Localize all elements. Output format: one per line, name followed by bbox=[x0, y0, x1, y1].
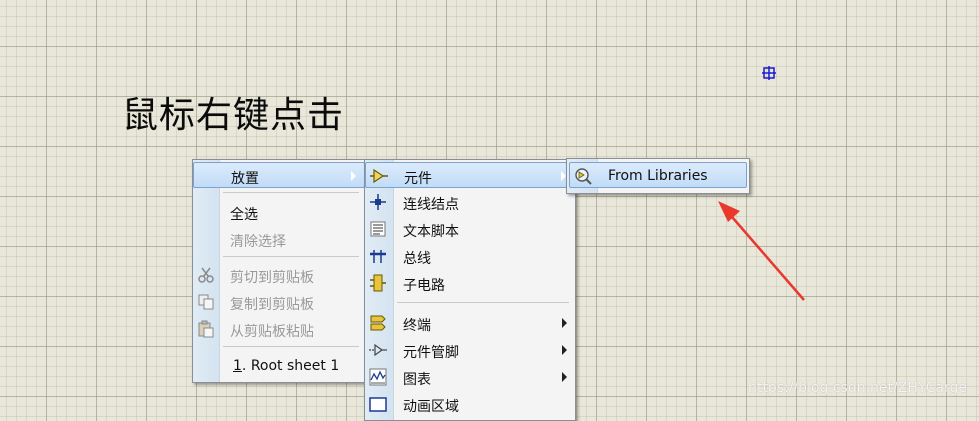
menu-item-label: From Libraries bbox=[608, 168, 708, 184]
component-submenu: From Libraries bbox=[566, 158, 750, 194]
menu-item-label: 连线结点 bbox=[403, 197, 459, 213]
annotation-arrow-icon bbox=[718, 201, 805, 301]
terminal-icon bbox=[369, 314, 387, 332]
menu-item-bus[interactable]: 总线 bbox=[365, 243, 575, 269]
bus-icon bbox=[369, 247, 387, 265]
library-search-icon bbox=[574, 167, 592, 185]
scissors-icon bbox=[197, 266, 215, 284]
menu-item-subcircuit[interactable]: 子电路 bbox=[365, 270, 575, 296]
menu-item-component[interactable]: 元件 bbox=[365, 162, 575, 188]
component-icon bbox=[370, 167, 388, 185]
graph-icon bbox=[369, 368, 387, 386]
menu-separator bbox=[397, 302, 569, 303]
menu-item-select-all[interactable]: 全选 bbox=[193, 199, 365, 225]
junction-icon bbox=[369, 193, 387, 211]
menu-item-place[interactable]: 放置 bbox=[193, 162, 365, 188]
menu-item-terminal[interactable]: 终端 bbox=[365, 310, 575, 336]
menu-item-clear-selection[interactable]: 清除选择 bbox=[193, 226, 365, 252]
schematic-canvas[interactable]: 鼠标右键点击 放置 全选 清除选择 剪切到剪贴板 复制到剪贴板 从剪贴板粘贴 1… bbox=[0, 0, 979, 421]
origin-marker-icon bbox=[762, 66, 776, 80]
submenu-arrow-icon bbox=[562, 318, 567, 328]
sheet-number: 1 bbox=[233, 358, 242, 374]
menu-item-label: 终端 bbox=[403, 318, 431, 334]
menu-item-from-libraries[interactable]: From Libraries bbox=[569, 162, 747, 188]
menu-item-paste[interactable]: 从剪贴板粘贴 bbox=[193, 316, 365, 342]
animation-icon bbox=[369, 395, 387, 413]
submenu-arrow-icon bbox=[562, 345, 567, 355]
menu-item-copy[interactable]: 复制到剪贴板 bbox=[193, 289, 365, 315]
menu-item-label: 放置 bbox=[231, 171, 259, 187]
menu-separator bbox=[223, 346, 359, 347]
copy-icon bbox=[197, 293, 215, 311]
submenu-arrow-icon bbox=[562, 372, 567, 382]
context-menu: 放置 全选 清除选择 剪切到剪贴板 复制到剪贴板 从剪贴板粘贴 1. Root … bbox=[192, 159, 366, 383]
menu-item-label: 子电路 bbox=[403, 278, 445, 294]
caption-text: 鼠标右键点击 bbox=[122, 95, 345, 136]
menu-item-junction[interactable]: 连线结点 bbox=[365, 189, 575, 215]
menu-item-label: 从剪贴板粘贴 bbox=[230, 324, 314, 340]
menu-item-label: 元件管脚 bbox=[403, 345, 459, 361]
submenu-arrow-icon bbox=[351, 171, 356, 181]
menu-item-label: 动画区域 bbox=[403, 399, 459, 415]
menu-item-text-script[interactable]: 文本脚本 bbox=[365, 216, 575, 242]
menu-item-cut[interactable]: 剪切到剪贴板 bbox=[193, 262, 365, 288]
menu-item-label: 元件 bbox=[404, 171, 432, 187]
menu-separator bbox=[223, 256, 359, 257]
menu-item-label: 图表 bbox=[403, 372, 431, 388]
menu-item-label: 1. Root sheet 1 bbox=[233, 358, 339, 374]
pin-icon bbox=[369, 341, 387, 359]
menu-item-component-pin[interactable]: 元件管脚 bbox=[365, 337, 575, 363]
menu-item-label: 剪切到剪贴板 bbox=[230, 270, 314, 286]
place-submenu: 元件 连线结点 文本脚本 总线 子电路 终端 元件管脚 图表 动画区域 bbox=[364, 159, 576, 421]
menu-item-label: 复制到剪贴板 bbox=[230, 297, 314, 313]
menu-item-label: 总线 bbox=[403, 251, 431, 267]
menu-item-label: 清除选择 bbox=[230, 234, 286, 250]
menu-item-label: 全选 bbox=[230, 207, 258, 223]
sheet-name: . Root sheet 1 bbox=[241, 358, 340, 374]
paste-icon bbox=[197, 320, 215, 338]
menu-separator bbox=[223, 192, 359, 193]
menu-item-label: 文本脚本 bbox=[403, 224, 459, 240]
script-icon bbox=[369, 220, 387, 238]
subcircuit-icon bbox=[369, 274, 387, 292]
watermark-text: https://blog.csdn.net/ZHYCarge bbox=[747, 380, 967, 396]
menu-item-animation-area[interactable]: 动画区域 bbox=[365, 391, 575, 417]
menu-item-root-sheet[interactable]: 1. Root sheet 1 bbox=[193, 353, 365, 379]
menu-item-graph[interactable]: 图表 bbox=[365, 364, 575, 390]
